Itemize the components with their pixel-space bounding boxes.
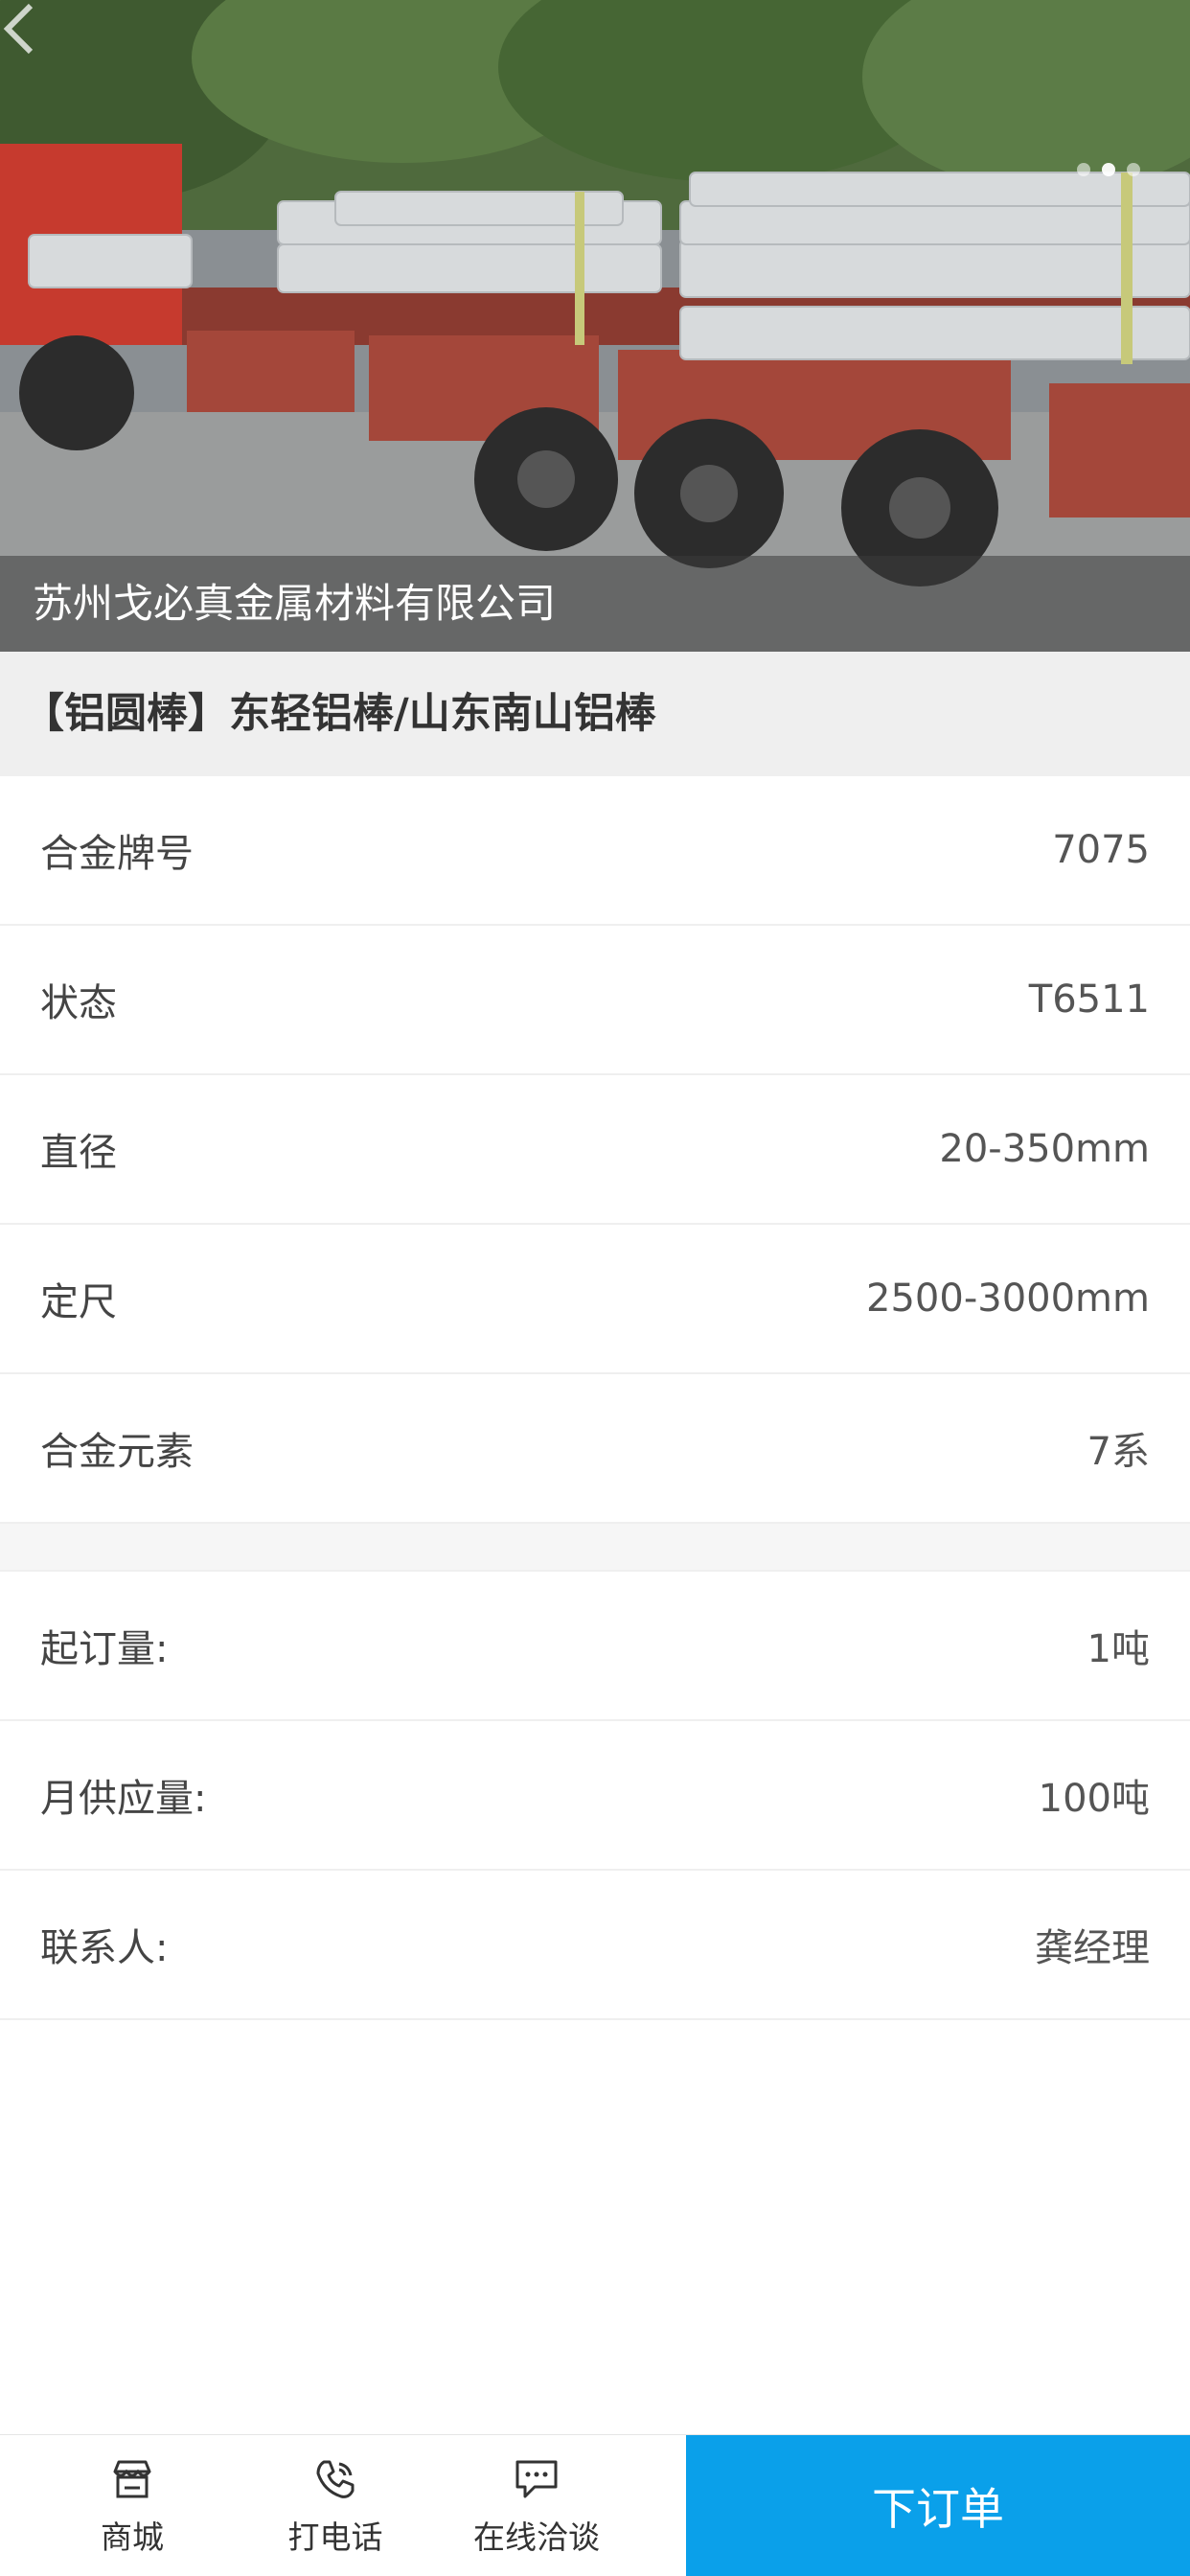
product-title: 【铝圆棒】东轻铝棒/山东南山铝棒	[0, 652, 1190, 776]
spec-value: 2500-3000mm	[866, 1276, 1150, 1321]
carousel-dot[interactable]	[1077, 163, 1090, 176]
place-order-button[interactable]: 下订单	[686, 2435, 1190, 2576]
carousel-dot-active[interactable]	[1102, 163, 1115, 176]
store-icon	[113, 2460, 151, 2498]
tab-call[interactable]: 打电话	[240, 2435, 431, 2576]
info-value: 1吨	[1087, 1627, 1150, 1671]
carousel-dot[interactable]	[1127, 163, 1140, 176]
spec-row-diameter: 直径 20-350mm	[0, 1075, 1190, 1225]
info-row-contact: 联系人: 龚经理	[0, 1871, 1190, 2020]
info-row-min-order: 起订量: 1吨	[0, 1572, 1190, 1721]
spec-value: T6511	[1028, 978, 1150, 1022]
spec-value: 7系	[1087, 1430, 1150, 1474]
info-value: 龚经理	[1035, 1926, 1150, 1970]
spec-value: 20-350mm	[939, 1127, 1150, 1171]
product-image-carousel[interactable]: 苏州戈必真金属材料有限公司	[0, 0, 1190, 652]
back-arrow-icon[interactable]	[0, 0, 38, 58]
tab-store-label: 商城	[101, 2518, 164, 2556]
info-label: 起订量:	[40, 1627, 169, 1671]
info-label: 联系人:	[40, 1926, 169, 1970]
spec-label: 状态	[40, 981, 117, 1025]
bottom-action-bar: 商城 打电话 在线洽谈 下订单	[0, 2434, 1190, 2576]
spec-value: 7075	[1052, 828, 1150, 872]
chat-icon	[515, 2460, 558, 2498]
spec-label: 直径	[40, 1131, 117, 1175]
company-name-caption: 苏州戈必真金属材料有限公司	[0, 556, 1190, 652]
product-photo	[0, 0, 1190, 652]
spec-label: 合金牌号	[40, 832, 194, 876]
spec-label: 合金元素	[40, 1430, 194, 1474]
spec-label: 定尺	[40, 1280, 117, 1324]
spec-row-length: 定尺 2500-3000mm	[0, 1225, 1190, 1374]
spec-row-alloy-series: 合金元素 7系	[0, 1374, 1190, 1524]
info-value: 100吨	[1038, 1777, 1150, 1821]
phone-icon	[316, 2460, 355, 2498]
tab-call-label: 打电话	[287, 2518, 383, 2556]
tab-store[interactable]: 商城	[36, 2435, 228, 2576]
section-divider	[0, 1524, 1190, 1572]
spec-row-alloy-grade: 合金牌号 7075	[0, 776, 1190, 926]
carousel-indicator	[1077, 163, 1140, 176]
tab-online-chat[interactable]: 在线洽谈	[441, 2435, 632, 2576]
spec-list: 合金牌号 7075 状态 T6511 直径 20-350mm 定尺 2500-3…	[0, 776, 1190, 1524]
tab-online-chat-label: 在线洽谈	[473, 2518, 600, 2556]
order-info-list: 起订量: 1吨 月供应量: 100吨 联系人: 龚经理	[0, 1572, 1190, 2020]
info-row-monthly-supply: 月供应量: 100吨	[0, 1721, 1190, 1871]
spec-row-temper: 状态 T6511	[0, 926, 1190, 1075]
info-label: 月供应量:	[40, 1777, 207, 1821]
